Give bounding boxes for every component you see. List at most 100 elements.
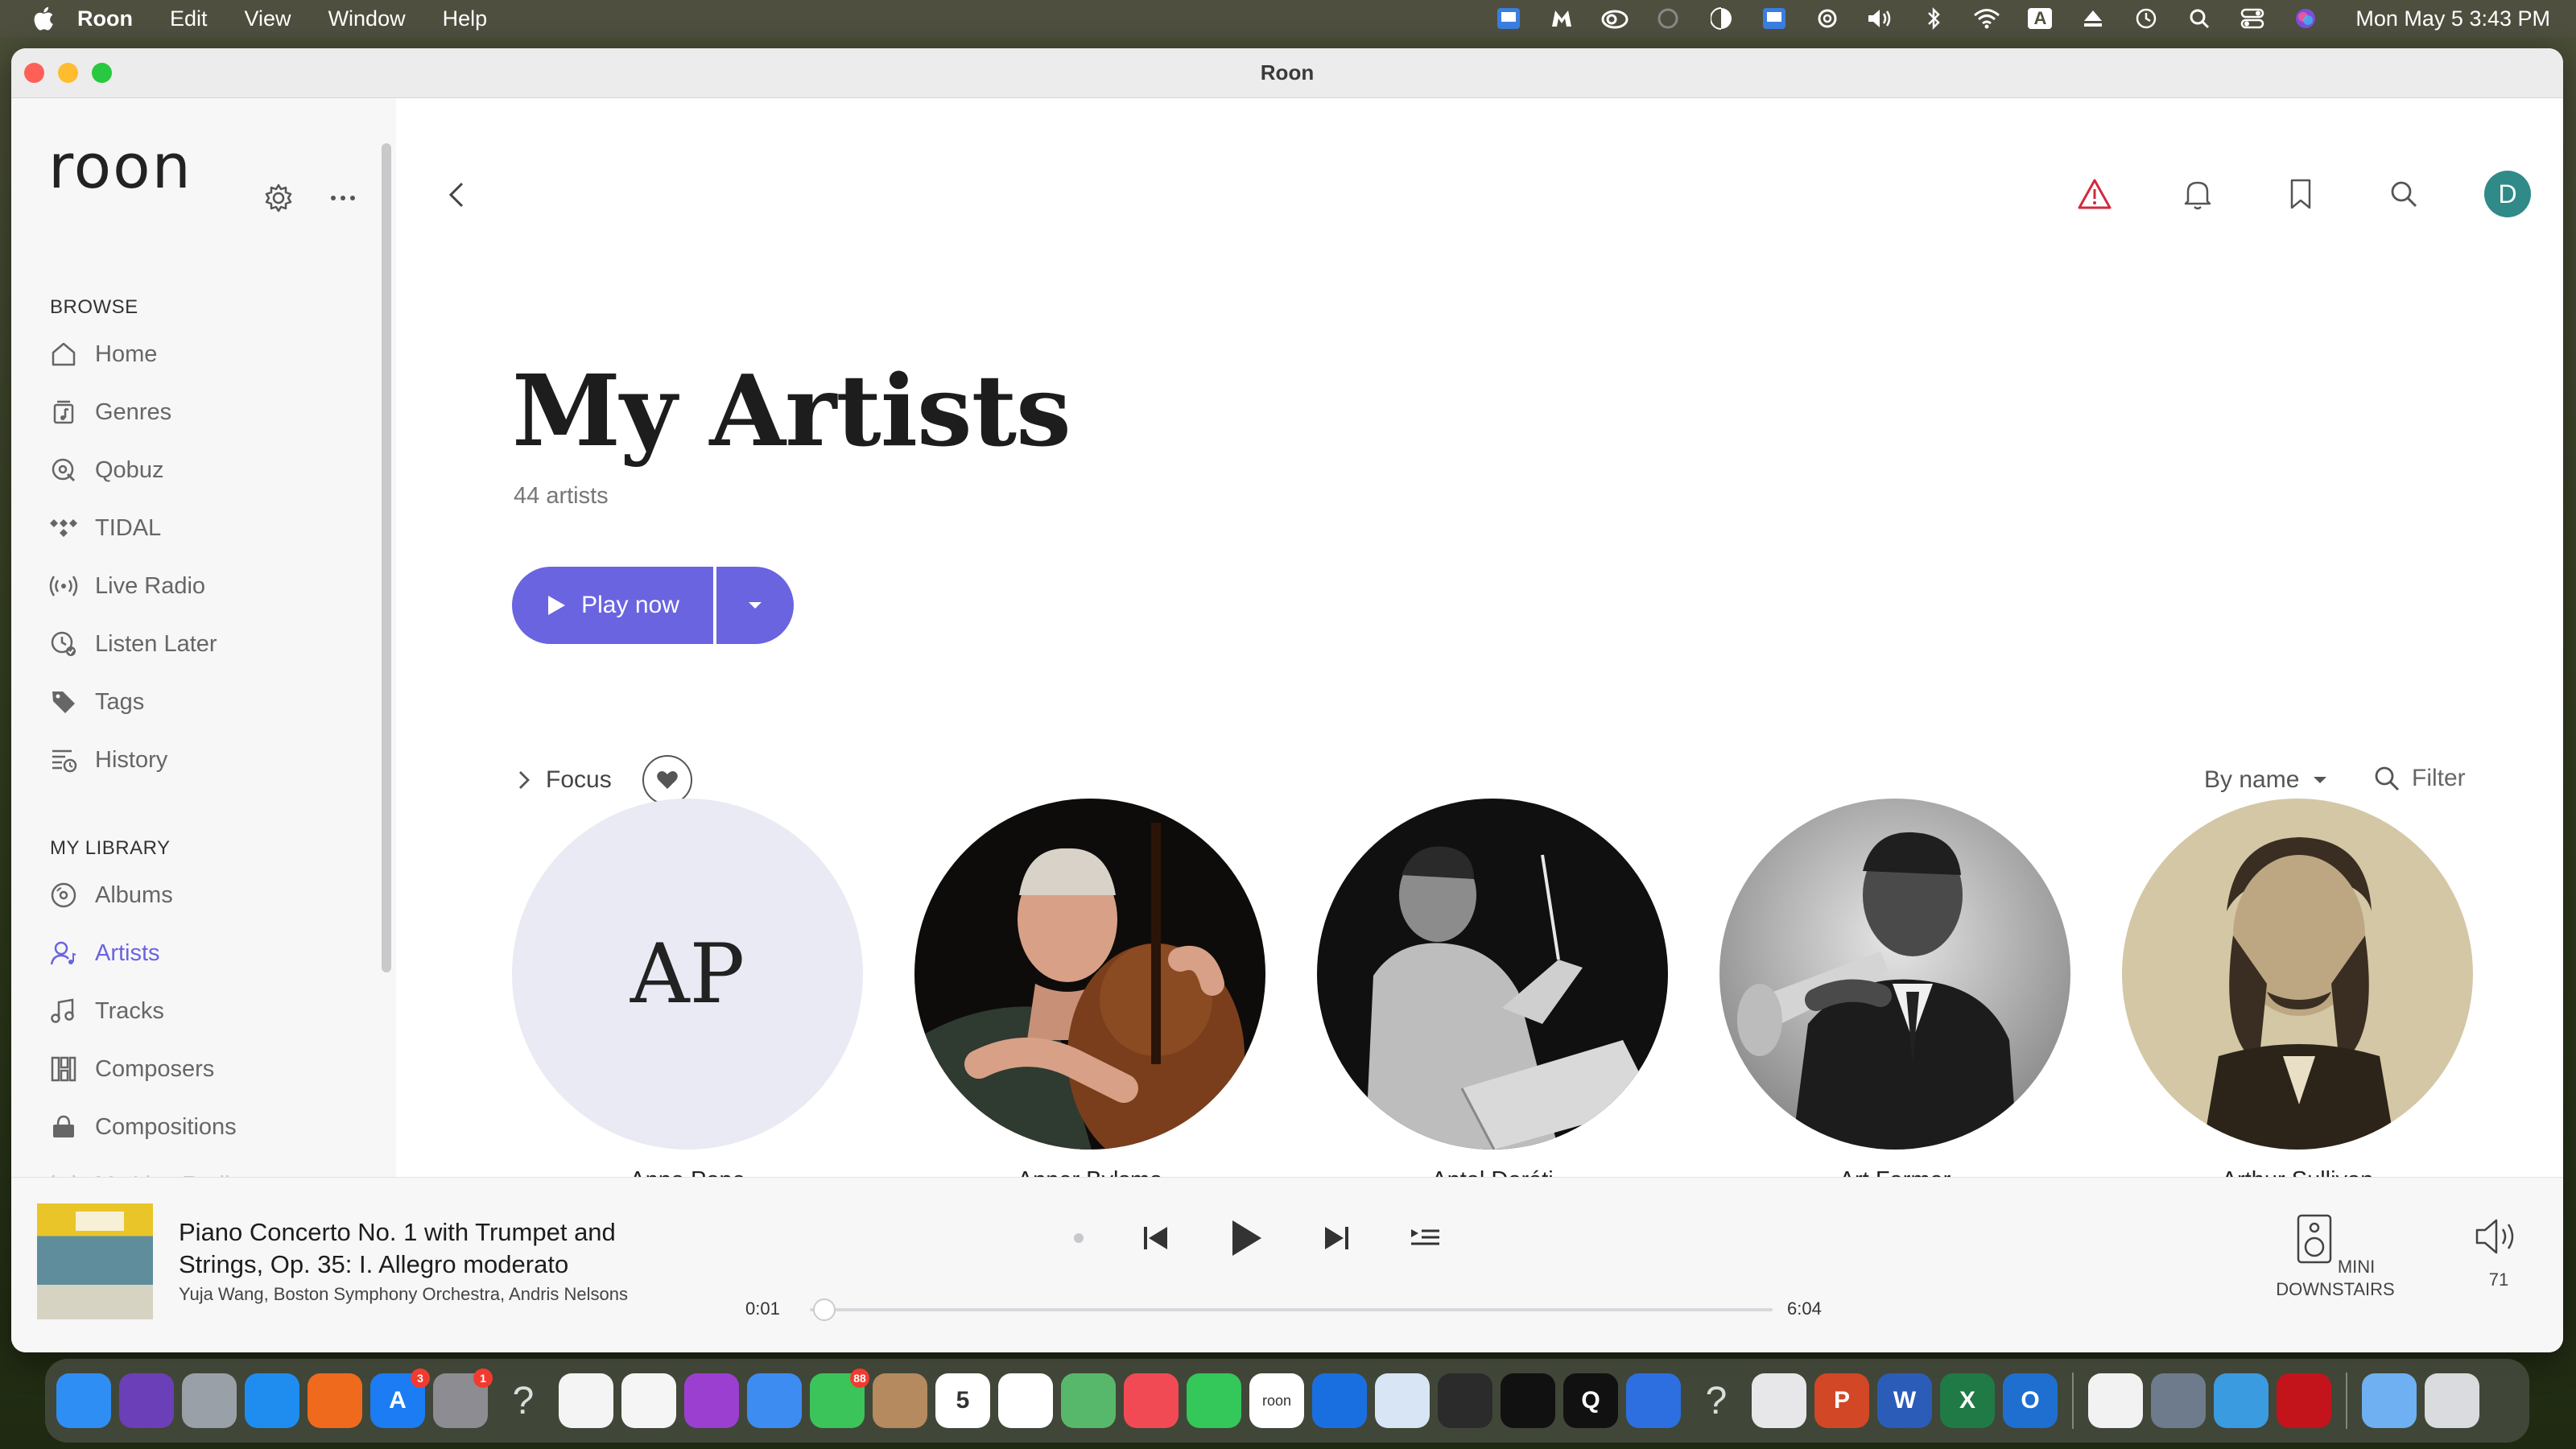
dock-app-chrome-icon[interactable] (559, 1373, 613, 1428)
sidebar-scrollbar[interactable] (382, 143, 391, 972)
menu-help[interactable]: Help (443, 6, 488, 31)
dock-app-finder-icon[interactable] (56, 1373, 111, 1428)
artist-image[interactable] (914, 799, 1265, 1150)
dock-app-firefox-icon[interactable] (308, 1373, 362, 1428)
dock-app-tidal-icon[interactable] (1501, 1373, 1555, 1428)
threads-icon[interactable] (1813, 6, 1842, 31)
dock-app-photos-icon[interactable] (621, 1373, 676, 1428)
track-artist[interactable]: Yuja Wang, Boston Symphony Orchestra, An… (179, 1284, 628, 1305)
sidebar-item-qobuz[interactable]: Qobuz (48, 451, 370, 489)
artist-card[interactable]: Antal Doráti (1317, 799, 1668, 1194)
bluetooth-icon[interactable] (1919, 6, 1948, 31)
gear-icon[interactable] (262, 182, 295, 214)
sidebar-item-tracks[interactable]: Tracks (48, 992, 370, 1030)
dock-app-network-utility-icon[interactable] (2214, 1373, 2268, 1428)
eject-icon[interactable] (2079, 6, 2107, 31)
sidebar-item-artists[interactable]: Artists (48, 934, 370, 972)
sidebar-item-listen-later[interactable]: Listen Later (48, 625, 370, 663)
control-center-icon[interactable] (2238, 6, 2267, 31)
dock-app-acrobat-icon[interactable] (2277, 1373, 2331, 1428)
dock-app-system-settings-icon[interactable]: 1 (433, 1368, 493, 1428)
sync-status-icon[interactable] (1653, 6, 1682, 31)
seek-bar[interactable] (810, 1298, 1773, 1321)
dock-app-teamviewer-icon[interactable] (1312, 1373, 1367, 1428)
play-icon[interactable] (1228, 1218, 1264, 1258)
dock-app-iphone-mirroring-icon[interactable] (2151, 1373, 2206, 1428)
malwarebytes-icon[interactable] (1547, 6, 1576, 31)
close-window-button[interactable] (24, 63, 44, 83)
bookmark-icon[interactable] (2278, 171, 2323, 217)
sort-dropdown[interactable]: By name (2204, 766, 2328, 794)
artist-image[interactable] (2122, 799, 2473, 1150)
dock-app-excel-icon[interactable]: X (1940, 1373, 1995, 1428)
artist-image[interactable] (1719, 799, 2070, 1150)
dock-app-outlook-icon[interactable]: O (2003, 1373, 2058, 1428)
menu-edit[interactable]: Edit (170, 6, 208, 31)
dock-app-installer-icon[interactable] (2088, 1373, 2143, 1428)
dock-app-messages-icon[interactable]: 88 (810, 1368, 869, 1428)
artist-card[interactable]: Art Farmer (1719, 799, 2070, 1194)
queue-icon[interactable] (1409, 1226, 1441, 1250)
volume-control[interactable]: 71 (2467, 1216, 2531, 1290)
search-icon[interactable] (2381, 171, 2426, 217)
play-options-dropdown[interactable] (716, 567, 794, 644)
previous-track-icon[interactable] (1141, 1224, 1170, 1252)
sidebar-item-albums[interactable]: Albums (48, 876, 370, 914)
user-avatar[interactable]: D (2484, 171, 2531, 217)
track-title[interactable]: Piano Concerto No. 1 with Trumpet and St… (179, 1216, 678, 1281)
dock-app-podcasts-icon[interactable] (684, 1373, 739, 1428)
creative-cloud-icon[interactable] (1600, 6, 1629, 31)
input-source-icon[interactable]: A (2025, 6, 2054, 31)
apple-icon[interactable] (31, 5, 55, 32)
dock-app-word-icon[interactable]: W (1877, 1373, 1932, 1428)
album-cover[interactable] (37, 1203, 153, 1319)
sidebar-item-home[interactable]: Home (48, 335, 370, 374)
screen-share-status-icon-2[interactable] (1760, 6, 1789, 31)
zoom-window-button[interactable] (92, 63, 112, 83)
dock-app-qobuz-icon[interactable]: Q (1563, 1373, 1618, 1428)
sidebar-item-composers[interactable]: Composers (48, 1050, 370, 1088)
filter-button[interactable]: Filter (2373, 765, 2466, 792)
seek-knob[interactable] (812, 1298, 836, 1321)
menu-view[interactable]: View (245, 6, 291, 31)
play-now-button[interactable]: Play now (512, 567, 713, 644)
display-status-icon[interactable] (1707, 6, 1736, 31)
dock-app-contacts-icon[interactable] (873, 1373, 927, 1428)
dock-app-unknown-icon[interactable]: ? (1689, 1373, 1744, 1428)
sidebar-item-genres[interactable]: Genres (48, 393, 370, 431)
dock-app-safari-icon[interactable] (245, 1373, 299, 1428)
dock-app-launchpad-icon[interactable] (182, 1373, 237, 1428)
dock-app-trash-icon[interactable] (2425, 1373, 2479, 1428)
dock-app-preview-icon[interactable] (1752, 1373, 1806, 1428)
volume-status-icon[interactable] (1866, 6, 1895, 31)
sidebar-item-tags[interactable]: Tags (48, 683, 370, 721)
zone-selector[interactable]: MINI DOWNSTAIRS (2259, 1213, 2412, 1301)
artist-card[interactable]: Anner Bylsma (914, 799, 1265, 1194)
dock-app-facetime-icon[interactable] (1187, 1373, 1241, 1428)
minimize-window-button[interactable] (58, 63, 78, 83)
menu-window[interactable]: Window (328, 6, 406, 31)
sidebar-item-live-radio[interactable]: Live Radio (48, 567, 370, 605)
dock-app-unknown-icon[interactable]: ? (496, 1373, 551, 1428)
focus-toggle[interactable]: Focus (512, 766, 612, 794)
artist-card[interactable]: Arthur Sullivan (2122, 799, 2473, 1194)
dock-app-translator-icon[interactable] (1375, 1373, 1430, 1428)
dock-app-powerpoint-icon[interactable]: P (1814, 1373, 1869, 1428)
dock-app-calendar-icon[interactable]: 5 (935, 1373, 990, 1428)
dock-app-siri-icon[interactable] (119, 1373, 174, 1428)
siri-icon[interactable] (2291, 6, 2320, 31)
artist-image[interactable] (1317, 799, 1668, 1150)
artist-card[interactable]: AP Anna Pope (512, 799, 863, 1194)
sidebar-item-tidal[interactable]: TIDAL (48, 509, 370, 547)
sidebar-item-history[interactable]: History (48, 741, 370, 779)
dock-app-downloads-folder-icon[interactable] (2362, 1373, 2417, 1428)
more-options-icon[interactable] (327, 182, 359, 214)
radio-status-dot[interactable] (1074, 1233, 1084, 1243)
dock-app-news-icon[interactable] (1124, 1373, 1179, 1428)
artist-image[interactable]: AP (512, 799, 863, 1150)
spotlight-icon[interactable] (2185, 6, 2214, 31)
time-machine-icon[interactable] (2132, 6, 2161, 31)
dock-app-mail-icon[interactable] (747, 1373, 802, 1428)
favorites-filter-button[interactable] (642, 755, 692, 805)
sidebar-item-compositions[interactable]: Compositions (48, 1108, 370, 1146)
